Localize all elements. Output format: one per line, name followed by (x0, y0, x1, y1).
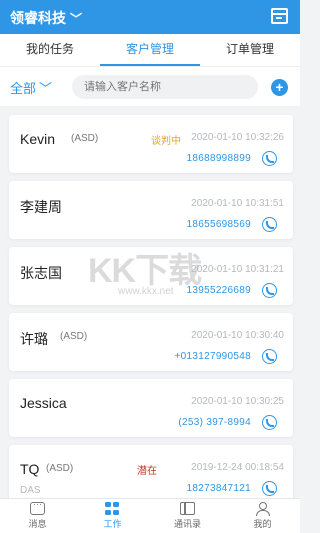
watermark: KK下载 (88, 252, 202, 290)
nav-contacts[interactable]: 通讯录 (150, 499, 225, 533)
customer-name: 张志国 (20, 265, 62, 281)
nav-label: 通讯录 (173, 519, 201, 529)
phone-number[interactable]: 18273847121 (187, 483, 251, 494)
watermark-url: www.kkx.net (118, 286, 174, 297)
customer-card[interactable]: Jessica 2020-01-10 10:30:25 (253) 397-89… (9, 379, 293, 437)
phone-call-icon[interactable] (262, 283, 277, 298)
app-header: 领睿科技 ﹀ (0, 0, 300, 34)
user-icon (255, 502, 270, 516)
tab-my-tasks[interactable]: 我的任务 (0, 34, 100, 66)
nav-work[interactable]: 工作 (75, 499, 150, 533)
customer-search-input[interactable] (72, 75, 258, 99)
phone-call-icon[interactable] (262, 481, 277, 496)
phone-call-icon[interactable] (262, 151, 277, 166)
filter-bar: 全部 ﹀ + (0, 66, 300, 106)
calendar-icon[interactable] (271, 8, 288, 24)
status-badge: 潜在 (137, 466, 157, 477)
phone-number[interactable]: 18688998899 (187, 153, 251, 164)
customer-card[interactable]: 李建周 2020-01-10 10:31:51 18655698569 (9, 181, 293, 239)
customer-name: Jessica (20, 395, 67, 411)
customer-name: TQ (20, 461, 40, 477)
phone-call-icon[interactable] (262, 415, 277, 430)
customer-tag: (ASD) (71, 133, 99, 144)
chevron-down-icon: ﹀ (39, 81, 53, 96)
contacts-icon (180, 502, 195, 515)
customer-name: 许璐 (20, 331, 48, 347)
timestamp: 2020-01-10 10:30:25 (191, 396, 284, 407)
phone-number[interactable]: 18655698569 (187, 219, 251, 230)
timestamp: 2020-01-10 10:30:40 (191, 330, 284, 341)
grid-icon (105, 502, 120, 515)
phone-call-icon[interactable] (262, 349, 277, 364)
customer-name: 李建周 (20, 199, 62, 215)
tab-order-management[interactable]: 订单管理 (200, 34, 300, 66)
customer-card[interactable]: TQ (ASD) 潜在 2019-12-24 00:18:54 DAS 1827… (9, 445, 293, 498)
timestamp: 2020-01-10 10:32:26 (191, 132, 284, 143)
customer-name: Kevin (20, 131, 56, 147)
phone-call-icon[interactable] (262, 217, 277, 232)
tab-bar: 我的任务 客户管理 订单管理 (0, 34, 300, 66)
nav-messages[interactable]: 消息 (0, 499, 75, 533)
chevron-down-icon: ﹀ (70, 11, 83, 26)
company-switcher[interactable]: 领睿科技 ﹀ (10, 8, 82, 28)
customer-list: Kevin (ASD) 谈判中 2020-01-10 10:32:26 1868… (0, 106, 300, 498)
company-name: 领睿科技 (10, 10, 66, 26)
add-customer-button[interactable]: + (271, 79, 288, 96)
timestamp: 2020-01-10 10:31:51 (191, 198, 284, 209)
nav-me[interactable]: 我的 (225, 499, 300, 533)
customer-tag: (ASD) (60, 331, 88, 342)
phone-number[interactable]: +013127990548 (175, 351, 251, 362)
customer-tag: (ASD) (46, 463, 74, 474)
customer-card[interactable]: 许璐 (ASD) 2020-01-10 10:30:40 +0131279905… (9, 313, 293, 371)
message-icon (30, 499, 45, 515)
status-badge: 谈判中 (151, 136, 181, 147)
timestamp: 2020-01-10 10:31:21 (191, 264, 284, 275)
tab-customer-management[interactable]: 客户管理 (100, 34, 200, 66)
scope-label: 全部 (10, 81, 37, 96)
scope-dropdown[interactable]: 全部 ﹀ (10, 78, 52, 97)
nav-label: 消息 (28, 519, 47, 529)
bottom-nav: 消息 工作 通讯录 我的 (0, 498, 300, 533)
customer-card[interactable]: Kevin (ASD) 谈判中 2020-01-10 10:32:26 1868… (9, 115, 293, 173)
customer-subtitle: DAS (20, 485, 41, 496)
phone-number[interactable]: (253) 397-8994 (178, 417, 251, 428)
timestamp: 2019-12-24 00:18:54 (191, 462, 284, 473)
nav-label: 工作 (103, 519, 122, 529)
nav-label: 我的 (253, 519, 272, 529)
